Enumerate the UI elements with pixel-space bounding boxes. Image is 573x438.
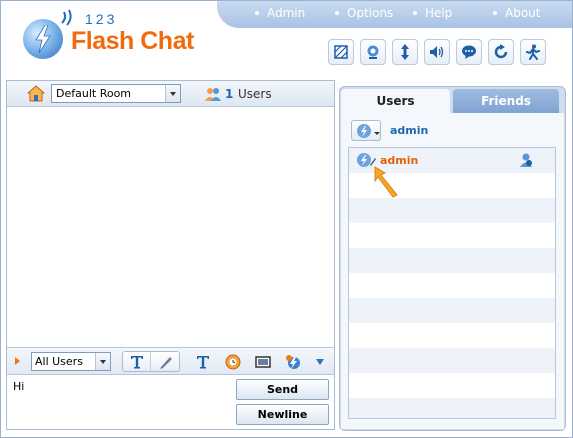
list-item: [349, 323, 555, 348]
webcam-icon: [367, 45, 379, 59]
menu-help-label: Help: [425, 6, 453, 20]
text-t-icon: [131, 356, 143, 369]
pen-icon: [160, 357, 172, 369]
chat-panel: Default Room 1 Users All Users Hi Send N…: [6, 80, 335, 430]
refresh-icon: [494, 44, 508, 59]
user-count: 1: [225, 87, 234, 101]
pencil-icon: [370, 158, 376, 166]
input-toolbar: All Users: [7, 347, 334, 375]
sound-button[interactable]: [424, 39, 450, 65]
users-count-label: Users: [238, 87, 272, 101]
room-bar: Default Room 1 Users: [7, 81, 334, 107]
logo-text: Flash Chat: [71, 27, 194, 55]
chevron-down-icon: [374, 132, 380, 135]
chevron-down-icon[interactable]: [165, 85, 180, 102]
bullet-icon: [493, 11, 497, 15]
chat-messages-area[interactable]: [7, 107, 334, 347]
draw-mode-button[interactable]: [152, 352, 180, 371]
skin-icon: [334, 45, 348, 59]
user-status-icon: [357, 124, 371, 138]
logo-number: 123: [85, 11, 118, 27]
refresh-button[interactable]: [488, 39, 514, 65]
user-name[interactable]: admin: [380, 154, 418, 167]
font-t-icon: [197, 356, 209, 369]
image-icon: [255, 356, 271, 368]
logo: 123 Flash Chat: [15, 7, 215, 67]
menu-about[interactable]: About: [493, 6, 540, 20]
menu-admin[interactable]: Admin: [255, 6, 305, 20]
logout-button[interactable]: [520, 39, 546, 65]
user-panel: Users Friends admin admin: [339, 86, 566, 431]
logout-icon: [526, 44, 540, 60]
bullet-icon: [255, 11, 259, 15]
list-item: [349, 198, 555, 223]
resize-icon: [401, 44, 409, 60]
header: 123 Flash Chat Admin Options Help About: [1, 1, 572, 77]
skin-button[interactable]: [328, 39, 354, 65]
font-button[interactable]: [189, 352, 213, 372]
my-status-button[interactable]: [351, 120, 381, 141]
resize-button[interactable]: [392, 39, 418, 65]
arrow-right-icon: [15, 357, 20, 365]
user-profile-icon[interactable]: [518, 152, 534, 168]
recipient-select[interactable]: All Users: [31, 352, 111, 371]
format-toggle-group: [122, 351, 180, 372]
status-button[interactable]: [279, 352, 303, 372]
room-select[interactable]: Default Room: [51, 84, 181, 103]
sound-icon: [430, 46, 444, 58]
list-item: [349, 398, 555, 418]
menu-options[interactable]: Options: [335, 6, 393, 20]
top-menu: Admin Options Help About: [217, 1, 572, 28]
list-item: [349, 348, 555, 373]
list-item[interactable]: admin: [349, 148, 555, 173]
bullet-icon: [335, 11, 339, 15]
list-item: [349, 173, 555, 198]
logo-bolt-icon: [35, 25, 51, 53]
user-list: admin: [348, 147, 556, 419]
room-select-value: Default Room: [56, 87, 132, 100]
menu-about-label: About: [505, 6, 541, 20]
chevron-down-icon[interactable]: [95, 353, 110, 370]
bullet-icon: [413, 11, 417, 15]
message-area: Hi Send Newline: [7, 376, 334, 429]
smiley-icon: [225, 354, 241, 370]
menu-help[interactable]: Help: [413, 6, 452, 20]
menu-admin-label: Admin: [267, 6, 306, 20]
users-tab-body: admin admin: [341, 113, 564, 429]
recipient-select-value: All Users: [35, 355, 83, 368]
smiley-button[interactable]: [219, 352, 243, 372]
webcam-button[interactable]: [360, 39, 386, 65]
flash-chat-window: 123 Flash Chat Admin Options Help About: [0, 0, 573, 438]
home-icon[interactable]: [27, 85, 45, 102]
users-group-icon: [205, 88, 221, 101]
list-item: [349, 373, 555, 398]
text-mode-button[interactable]: [123, 352, 151, 371]
list-item: [349, 223, 555, 248]
send-button[interactable]: Send: [236, 379, 329, 400]
bubble-button[interactable]: [456, 39, 482, 65]
list-item: [349, 273, 555, 298]
list-item: [349, 248, 555, 273]
tab-friends[interactable]: Friends: [453, 89, 559, 113]
status-globe-icon: [286, 355, 300, 369]
message-input[interactable]: Hi: [13, 380, 24, 393]
current-user-name: admin: [390, 124, 429, 137]
tab-users[interactable]: Users: [341, 89, 450, 113]
menu-options-label: Options: [347, 6, 394, 20]
bubble-icon: [462, 45, 476, 59]
more-options-icon[interactable]: [316, 359, 324, 365]
newline-button[interactable]: Newline: [236, 404, 329, 425]
list-item: [349, 298, 555, 323]
logo-signal-icon: [61, 9, 72, 26]
image-button[interactable]: [249, 352, 273, 372]
